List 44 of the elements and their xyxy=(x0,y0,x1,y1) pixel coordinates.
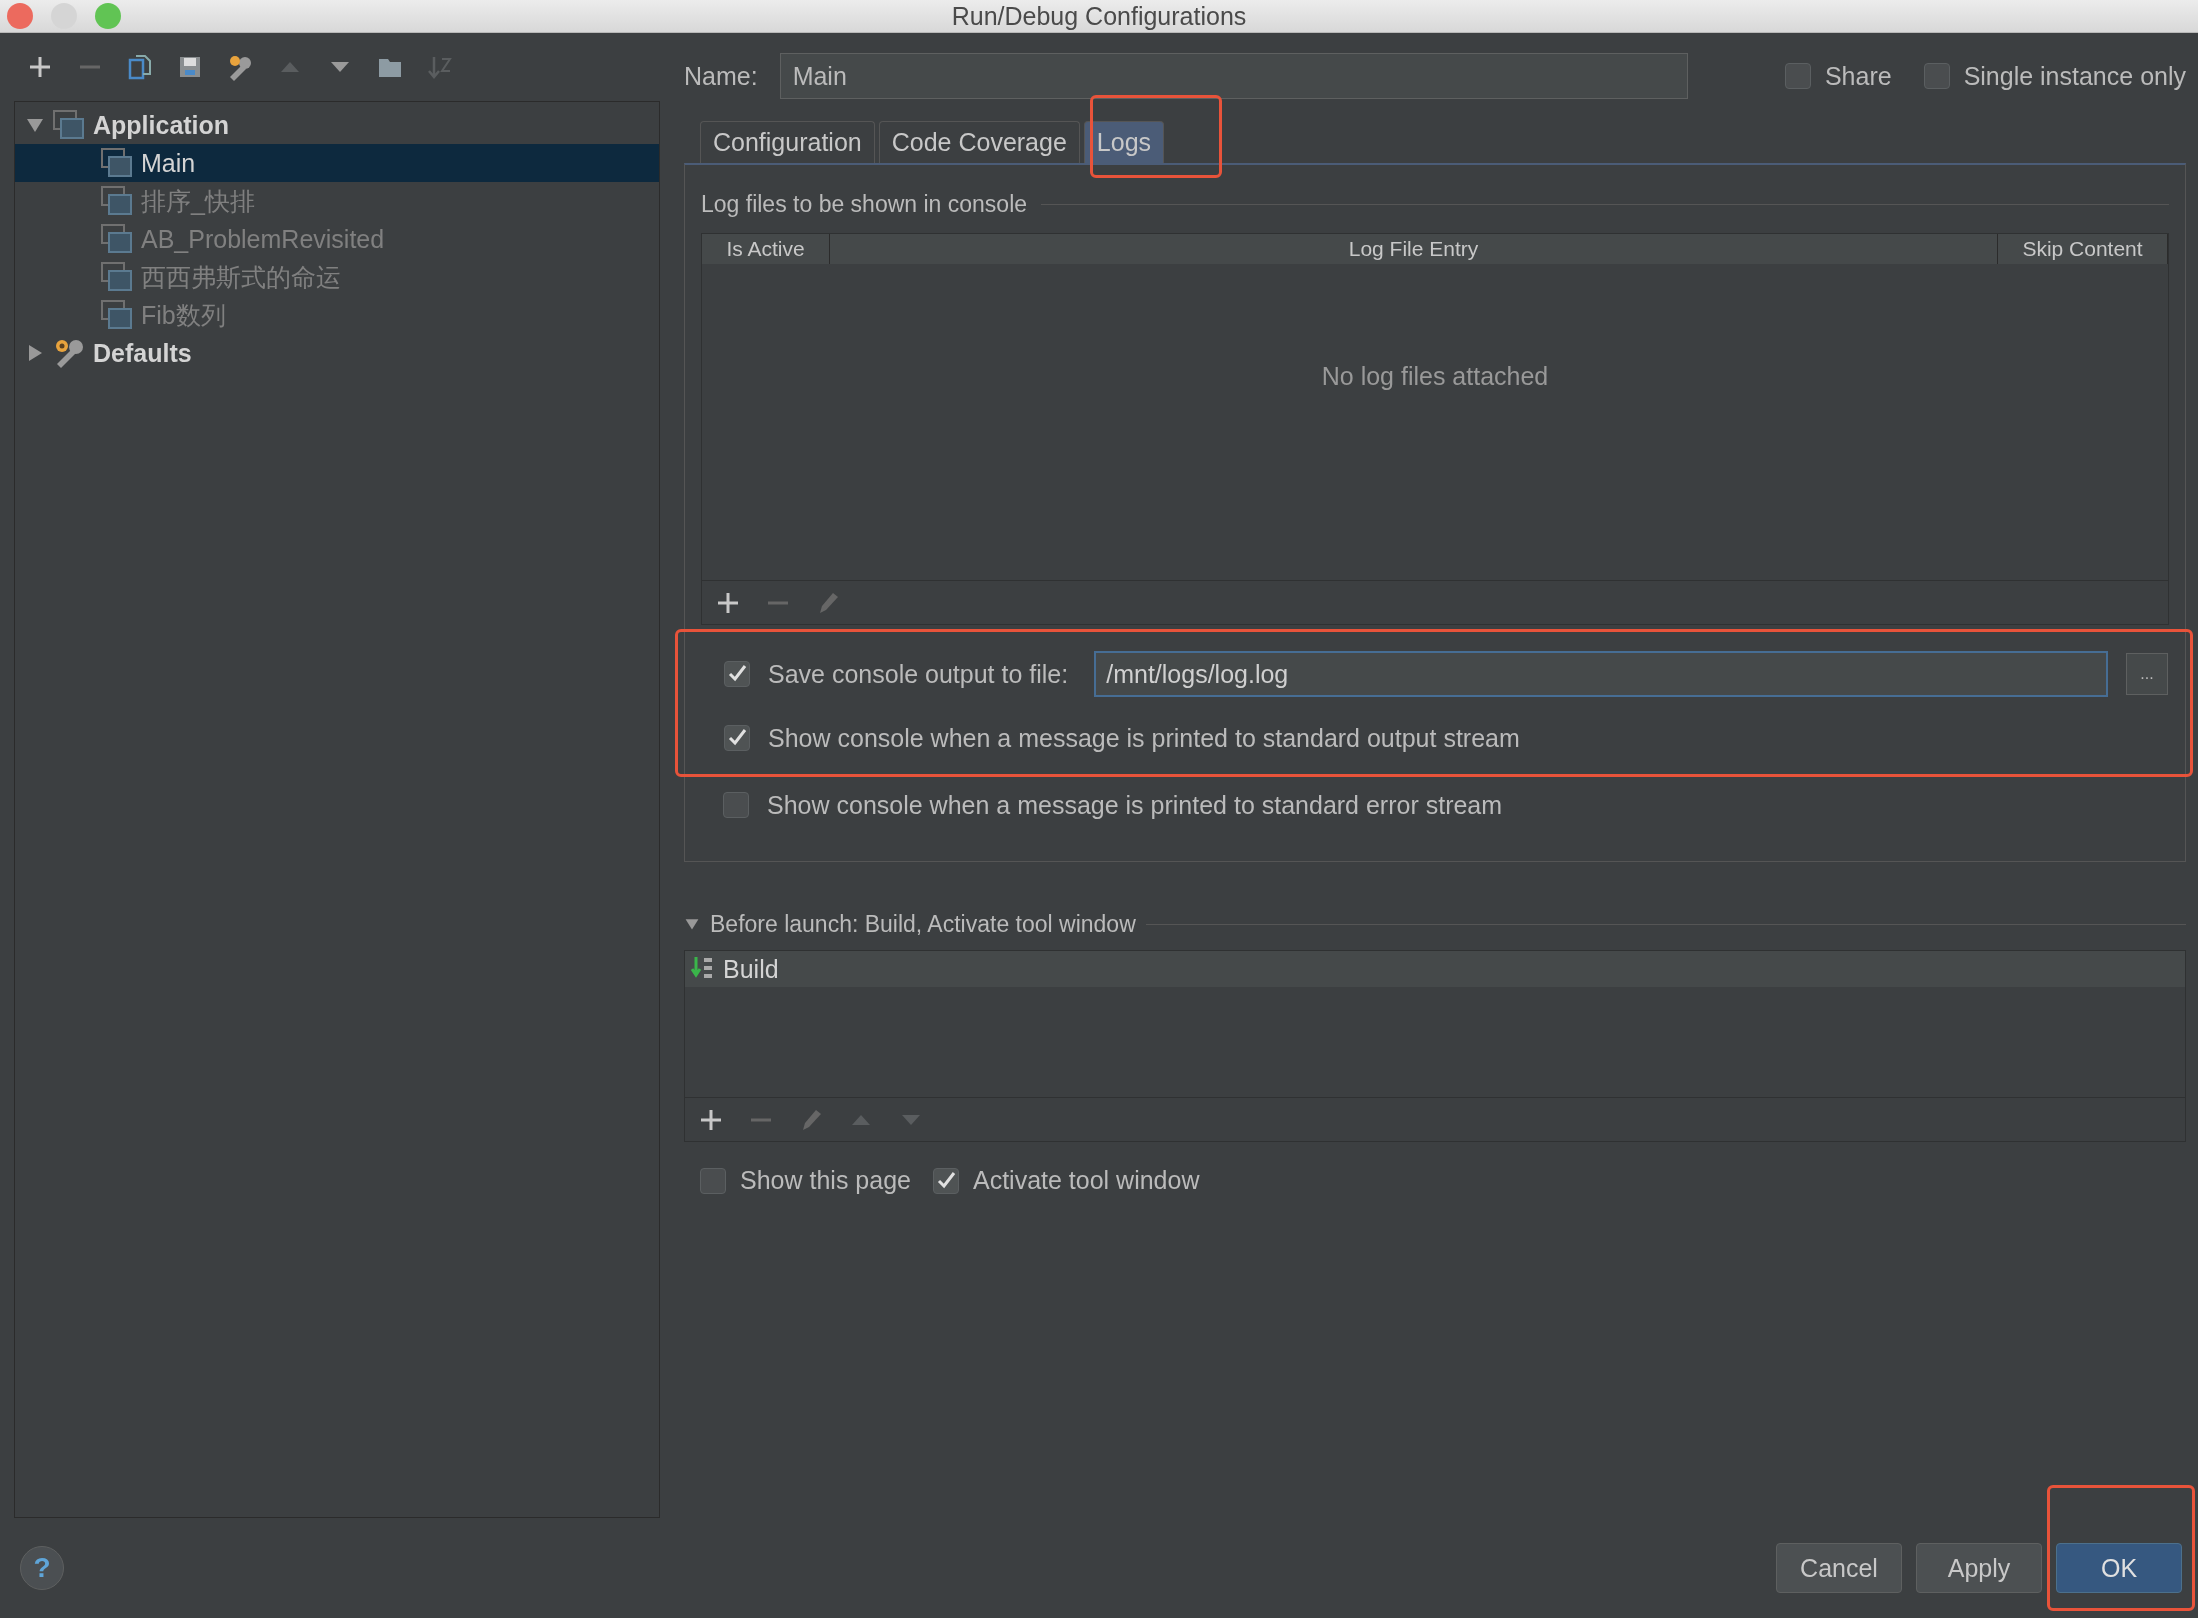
task-item[interactable]: Build xyxy=(685,951,2185,987)
checkbox-label: Share xyxy=(1824,61,1892,91)
application-icon xyxy=(101,148,133,178)
checkbox-label: Show this page xyxy=(740,1166,911,1195)
wrench-icon xyxy=(53,338,85,368)
tree-item[interactable]: Main xyxy=(15,144,659,182)
empty-message: No log files attached xyxy=(1321,362,1549,392)
checkbox[interactable] xyxy=(700,1167,726,1194)
name-label: Name: xyxy=(684,61,758,91)
tree-item[interactable]: Application xyxy=(15,106,659,144)
checkbox[interactable] xyxy=(724,725,750,751)
tree-item[interactable]: Defaults xyxy=(15,334,659,372)
checkbox-label: Show console when a message is printed to standard output stream xyxy=(768,723,1520,753)
application-icon xyxy=(101,300,133,330)
file-path-field[interactable]: /mnt/logs/log.log xyxy=(1094,651,2108,697)
checkbox[interactable] xyxy=(1923,63,1950,89)
dialog-button[interactable]: Apply xyxy=(1916,1543,2042,1593)
section-title: Before launch: Build, Activate tool window xyxy=(710,910,1136,938)
checkbox[interactable] xyxy=(724,661,750,687)
application-icon xyxy=(53,110,85,140)
tab[interactable]: Code Coverage xyxy=(878,121,1080,163)
application-icon xyxy=(101,262,133,292)
section-title: Log files to be shown in console xyxy=(701,190,1028,218)
tab[interactable]: Configuration xyxy=(700,121,875,163)
browse-button[interactable]: ... xyxy=(2126,653,2168,695)
close-window-icon[interactable] xyxy=(7,3,33,29)
tab[interactable]: Logs xyxy=(1083,121,1165,163)
application-icon xyxy=(101,224,133,254)
copy-icon[interactable] xyxy=(126,53,154,81)
collapse-icon[interactable] xyxy=(684,916,700,932)
checkbox-label: Save console output to file: xyxy=(768,659,1069,689)
dialog-button[interactable]: Cancel xyxy=(1776,1543,1902,1593)
zoom-window-icon[interactable] xyxy=(95,3,121,29)
checkbox-label: Single instance only xyxy=(1963,61,2186,91)
help-button[interactable]: ? xyxy=(20,1546,64,1590)
checkbox-label: Activate tool window xyxy=(972,1166,1200,1195)
checkbox-label: Show console when a message is printed to standard error stream xyxy=(767,790,1503,820)
name-field[interactable]: Main xyxy=(779,53,1688,99)
checkbox[interactable] xyxy=(723,792,749,818)
checkbox[interactable] xyxy=(1784,63,1811,89)
checkbox[interactable] xyxy=(932,1167,959,1194)
dialog-button[interactable]: OK xyxy=(2056,1543,2182,1593)
window-title: Run/Debug Configurations xyxy=(950,1,1248,31)
application-icon xyxy=(101,186,133,216)
